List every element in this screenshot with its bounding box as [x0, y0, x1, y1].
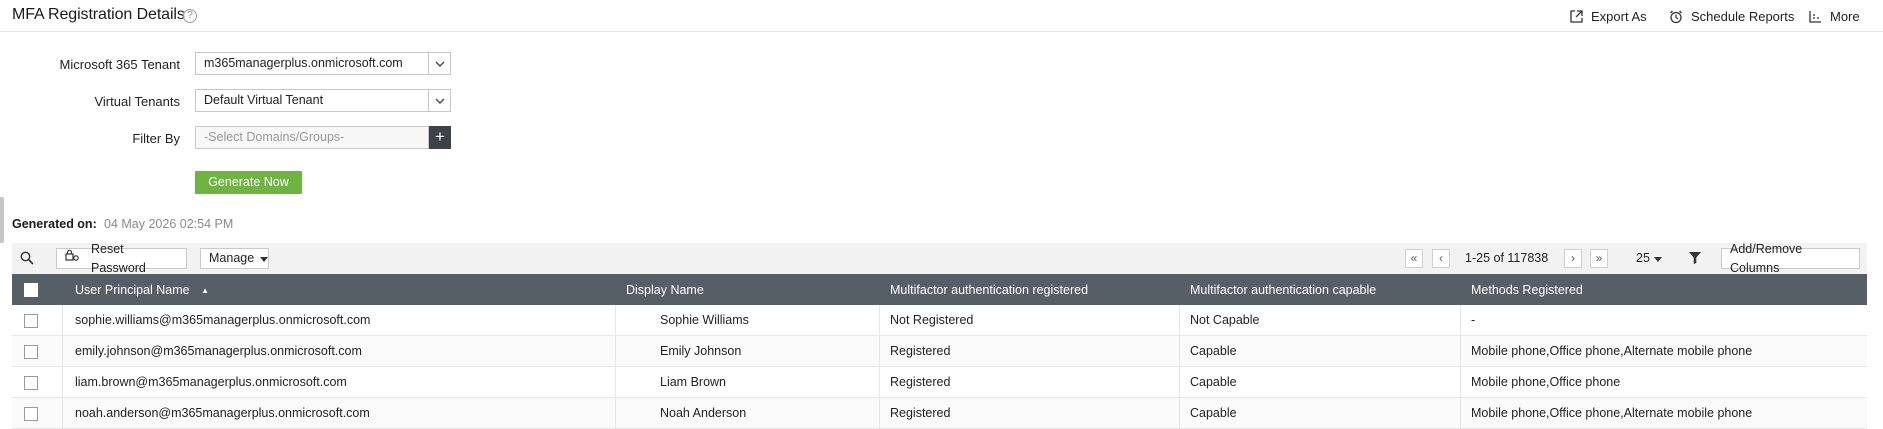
table-toolbar: Reset Password Manage « ‹ 1-25 of 117838…: [12, 242, 1867, 275]
table-row[interactable]: emily.johnson@m365managerplus.onmicrosof…: [12, 336, 1867, 367]
cell-methods: Mobile phone,Office phone,Alternate mobi…: [1471, 344, 1753, 358]
row-checkbox[interactable]: [24, 376, 38, 390]
filter-by-input[interactable]: -Select Domains/Groups-: [195, 126, 429, 149]
more-button[interactable]: More: [1809, 9, 1860, 24]
cell-methods: -: [1471, 313, 1476, 327]
page-header: MFA Registration Details ? Export As Sch…: [0, 0, 1883, 32]
reset-password-label: Reset Password: [91, 241, 146, 275]
column-header-display-name[interactable]: Display Name: [626, 283, 704, 297]
tenant-label: Microsoft 365 Tenant: [59, 57, 180, 72]
column-header-upn-label: User Principal Name: [75, 283, 190, 297]
schedule-reports-button[interactable]: Schedule Reports: [1669, 9, 1794, 24]
search-icon[interactable]: [20, 251, 34, 268]
table-row[interactable]: liam.brown@m365managerplus.onmicrosoft.c…: [12, 367, 1867, 398]
cell-display-name: Noah Anderson: [660, 406, 747, 420]
more-label: More: [1830, 9, 1860, 24]
alarm-clock-icon: [1669, 10, 1683, 24]
row-checkbox[interactable]: [24, 407, 38, 421]
tenant-select-value: m365managerplus.onmicrosoft.com: [204, 56, 403, 70]
add-remove-columns-label: Add/Remove Columns: [1730, 241, 1803, 275]
side-panel-handle[interactable]: [0, 197, 4, 243]
chevron-down-icon[interactable]: [428, 53, 450, 74]
caret-down-icon: [1653, 251, 1662, 265]
cell-mfa-registered: Not Registered: [890, 313, 974, 327]
first-page-button[interactable]: «: [1405, 249, 1423, 268]
more-icon: [1809, 10, 1822, 23]
cell-display-name: Emily Johnson: [660, 344, 742, 358]
cell-methods: Mobile phone,Office phone: [1471, 375, 1621, 389]
cell-mfa-capable: Capable: [1190, 375, 1237, 389]
schedule-reports-label: Schedule Reports: [1691, 9, 1795, 24]
table-row[interactable]: sophie.williams@m365managerplus.onmicros…: [12, 305, 1867, 336]
reset-password-button[interactable]: Reset Password: [56, 242, 187, 275]
column-header-upn[interactable]: User Principal Name ▲: [75, 283, 209, 297]
prev-page-button[interactable]: ‹: [1432, 249, 1450, 268]
filter-placeholder: -Select Domains/Groups-: [204, 130, 345, 144]
cell-mfa-registered: Registered: [890, 406, 951, 420]
cell-methods: Mobile phone,Office phone,Alternate mobi…: [1471, 406, 1753, 420]
cell-mfa-capable: Capable: [1190, 406, 1237, 420]
export-as-button[interactable]: Export As: [1570, 9, 1647, 24]
cell-display-name: Liam Brown: [660, 375, 726, 389]
filter-funnel-icon[interactable]: [1689, 252, 1701, 267]
cell-mfa-registered: Registered: [890, 344, 951, 358]
last-page-button[interactable]: »: [1590, 249, 1608, 268]
generated-on-value: 04 May 2026 02:54 PM: [104, 217, 234, 231]
table-header: User Principal Name ▲ Display Name Multi…: [12, 274, 1867, 305]
lock-reset-icon: [65, 249, 79, 268]
page-title: MFA Registration Details: [12, 6, 185, 23]
virtual-tenant-value: Default Virtual Tenant: [204, 93, 324, 107]
column-header-mfa-registered[interactable]: Multifactor authentication registered: [890, 283, 1088, 297]
manage-label: Manage: [209, 251, 255, 265]
sort-ascending-icon: ▲: [201, 286, 210, 295]
cell-mfa-capable: Capable: [1190, 344, 1237, 358]
export-as-label: Export As: [1591, 9, 1647, 24]
caret-down-icon: [260, 249, 269, 268]
virtual-tenant-select[interactable]: Default Virtual Tenant: [195, 89, 451, 112]
column-header-methods[interactable]: Methods Registered: [1471, 283, 1583, 297]
cell-upn: noah.anderson@m365managerplus.onmicrosof…: [75, 406, 370, 420]
export-icon: [1570, 10, 1583, 23]
tenant-select[interactable]: m365managerplus.onmicrosoft.com: [195, 52, 451, 75]
cell-upn: emily.johnson@m365managerplus.onmicrosof…: [75, 344, 362, 358]
select-all-checkbox[interactable]: [24, 283, 38, 297]
manage-dropdown[interactable]: Manage: [200, 248, 269, 269]
table-row[interactable]: noah.anderson@m365managerplus.onmicrosof…: [12, 398, 1867, 429]
row-checkbox[interactable]: [24, 345, 38, 359]
page-size-select[interactable]: 25: [1636, 251, 1662, 265]
cell-upn: liam.brown@m365managerplus.onmicrosoft.c…: [75, 375, 347, 389]
filter-by-label: Filter By: [132, 131, 180, 146]
add-filter-button[interactable]: +: [429, 126, 451, 149]
column-header-mfa-capable[interactable]: Multifactor authentication capable: [1190, 283, 1376, 297]
cell-upn: sophie.williams@m365managerplus.onmicros…: [75, 313, 371, 327]
virtual-tenants-label: Virtual Tenants: [94, 94, 180, 109]
cell-mfa-registered: Registered: [890, 375, 951, 389]
chevron-down-icon[interactable]: [428, 90, 450, 111]
help-icon[interactable]: ?: [183, 9, 197, 23]
page-size-value: 25: [1636, 251, 1650, 265]
generated-on-label: Generated on:: [12, 217, 97, 231]
cell-display-name: Sophie Williams: [660, 313, 749, 327]
row-checkbox[interactable]: [24, 314, 38, 328]
next-page-button[interactable]: ›: [1564, 249, 1582, 268]
generate-now-button[interactable]: Generate Now: [195, 171, 302, 194]
add-remove-columns-button[interactable]: Add/Remove Columns: [1721, 242, 1860, 275]
pagination-range: 1-25 of 117838: [1465, 251, 1549, 265]
cell-mfa-capable: Not Capable: [1190, 313, 1260, 327]
